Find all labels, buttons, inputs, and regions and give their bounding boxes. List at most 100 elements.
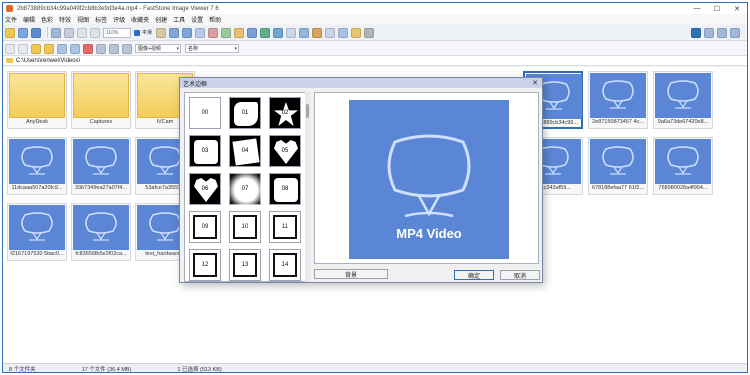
crop-icon[interactable] bbox=[221, 27, 232, 38]
move-icon[interactable] bbox=[70, 43, 80, 54]
menu-edit[interactable]: 编辑 bbox=[23, 15, 35, 24]
menu-favorites[interactable]: 收藏夹 bbox=[131, 15, 149, 24]
zoom-in-icon[interactable] bbox=[77, 27, 87, 38]
thumbnail-video[interactable]: 2e87150873457 4c... bbox=[588, 71, 648, 129]
menu-file[interactable]: 文件 bbox=[5, 15, 17, 24]
video-thumbnail bbox=[590, 73, 646, 118]
back-icon[interactable] bbox=[5, 43, 15, 54]
color-adjust-icon[interactable] bbox=[247, 27, 258, 38]
close-button[interactable]: ✕ bbox=[727, 3, 747, 14]
thumbnail-video[interactable]: f2167197530 5bac0... bbox=[7, 203, 67, 261]
thumbnail-folder[interactable]: AnyDesk bbox=[7, 71, 67, 129]
menu-tags[interactable]: 标签 bbox=[95, 15, 107, 24]
print-icon[interactable] bbox=[64, 27, 74, 38]
checkbox-checked-icon bbox=[134, 29, 140, 36]
mask-option[interactable]: 07 bbox=[229, 173, 261, 205]
mask-option[interactable]: 06 bbox=[189, 173, 221, 205]
hand-tool-icon[interactable] bbox=[156, 27, 167, 38]
thumbnail-video[interactable]: 33b7349ea27a07f4... bbox=[71, 137, 131, 195]
mask-option[interactable]: 09 bbox=[189, 211, 221, 243]
window-title: 2b873889cb34c99a049f2cb8b3e9d3e4a.mp4 - … bbox=[17, 5, 219, 12]
smooth-label: 平滑 bbox=[142, 30, 153, 36]
contact-sheet-icon[interactable] bbox=[325, 27, 336, 38]
layout-1-icon[interactable] bbox=[691, 27, 701, 38]
mask-number: 02 bbox=[281, 110, 289, 116]
menu-view[interactable]: 视图 bbox=[77, 15, 89, 24]
settings-icon[interactable] bbox=[364, 27, 375, 38]
mask-option[interactable]: 11 bbox=[269, 211, 301, 243]
thumbnail-folder[interactable]: Captures bbox=[71, 71, 131, 129]
compare-icon[interactable] bbox=[286, 27, 297, 38]
zoom-out-icon[interactable] bbox=[90, 27, 100, 38]
copy-icon[interactable] bbox=[57, 43, 67, 54]
menu-color[interactable]: 色彩 bbox=[41, 15, 53, 24]
delete-icon[interactable] bbox=[83, 43, 93, 54]
edit-icon[interactable] bbox=[273, 27, 284, 38]
scroll-thumb[interactable] bbox=[306, 104, 309, 118]
acquire-icon[interactable] bbox=[18, 27, 28, 38]
mask-option[interactable]: 14 bbox=[269, 249, 301, 281]
mask-option[interactable]: 00 bbox=[189, 97, 221, 129]
menu-rating[interactable]: 评级 bbox=[113, 15, 125, 24]
red-eye-icon[interactable] bbox=[208, 27, 219, 38]
menu-help[interactable]: 帮助 bbox=[209, 15, 221, 24]
dialog-close-button[interactable]: ✕ bbox=[532, 79, 538, 87]
resize-icon[interactable] bbox=[195, 27, 206, 38]
zoom-level[interactable]: 110% bbox=[103, 27, 131, 38]
thumbnail-video[interactable]: 678188efaa77 61f2... bbox=[588, 137, 648, 195]
batch-icon[interactable] bbox=[312, 27, 323, 38]
folder-icon[interactable] bbox=[351, 27, 362, 38]
menu-effects[interactable]: 特效 bbox=[59, 15, 71, 24]
refresh-icon[interactable] bbox=[96, 43, 106, 54]
new-folder-icon[interactable] bbox=[44, 43, 54, 54]
layout-4-icon[interactable] bbox=[730, 27, 740, 38]
status-folders: 8 个文件夹 bbox=[9, 366, 36, 373]
save-icon[interactable] bbox=[31, 27, 41, 38]
thumbnail-video[interactable]: fc83656fb5e2f02ca... bbox=[71, 203, 131, 261]
address-bar[interactable]: C:\Users\renwei\Videos\ bbox=[3, 55, 747, 66]
mask-option[interactable]: 05 bbox=[269, 135, 301, 167]
background-button[interactable]: 背景 bbox=[314, 269, 388, 279]
menu-create[interactable]: 创建 bbox=[155, 15, 167, 24]
minimize-button[interactable]: — bbox=[687, 3, 707, 14]
mask-option[interactable]: 08 bbox=[269, 173, 301, 205]
main-toolbar: 110% 平滑 bbox=[3, 25, 747, 41]
mask-list: 00 01 02 03 04 05 06 07 08 09 10 11 12 1… bbox=[184, 92, 310, 282]
maximize-button[interactable]: ☐ bbox=[707, 3, 727, 14]
preview-image: MP4 Video bbox=[349, 100, 509, 259]
folder-icon bbox=[6, 58, 13, 63]
mask-option[interactable]: 12 bbox=[189, 249, 221, 281]
rotate-right-icon[interactable] bbox=[182, 27, 193, 38]
forward-icon[interactable] bbox=[18, 43, 28, 54]
open-folder-icon[interactable] bbox=[5, 27, 15, 38]
up-folder-icon[interactable] bbox=[31, 43, 41, 54]
grid-view-icon[interactable] bbox=[122, 43, 132, 54]
wallpaper-icon[interactable] bbox=[338, 27, 349, 38]
mask-option[interactable]: 04 bbox=[229, 135, 261, 167]
thumbnail-video[interactable]: 11dcaaa507a20fc9... bbox=[7, 137, 67, 195]
rotate-left-icon[interactable] bbox=[169, 27, 180, 38]
file-type-select[interactable]: 图像+视频 ▾ bbox=[135, 44, 181, 53]
mask-option[interactable]: 10 bbox=[229, 211, 261, 243]
mask-option[interactable]: 03 bbox=[189, 135, 221, 167]
smooth-checkbox[interactable]: 平滑 bbox=[134, 29, 152, 36]
slideshow-icon[interactable] bbox=[51, 27, 61, 38]
email-icon[interactable] bbox=[299, 27, 310, 38]
cancel-button[interactable]: 取消 bbox=[500, 270, 540, 280]
path-text: C:\Users\renwei\Videos\ bbox=[16, 57, 81, 64]
layout-3-icon[interactable] bbox=[717, 27, 727, 38]
mask-option[interactable]: 01 bbox=[229, 97, 261, 129]
menu-tools[interactable]: 工具 bbox=[173, 15, 185, 24]
effects-icon[interactable] bbox=[234, 27, 245, 38]
ok-button[interactable]: 确定 bbox=[454, 270, 494, 280]
mask-option[interactable]: 02 bbox=[269, 97, 301, 129]
mask-option[interactable]: 13 bbox=[229, 249, 261, 281]
menu-settings[interactable]: 设置 bbox=[191, 15, 203, 24]
thumbnail-video[interactable]: 9a6a73de67420e8... bbox=[653, 71, 713, 129]
mask-list-scrollbar[interactable] bbox=[305, 92, 310, 282]
layout-2-icon[interactable] bbox=[704, 27, 714, 38]
list-view-icon[interactable] bbox=[109, 43, 119, 54]
sort-select[interactable]: 名称 ▾ bbox=[185, 44, 239, 53]
user-icon[interactable] bbox=[260, 27, 271, 38]
thumbnail-video[interactable]: 768980028a4f904... bbox=[653, 137, 713, 195]
